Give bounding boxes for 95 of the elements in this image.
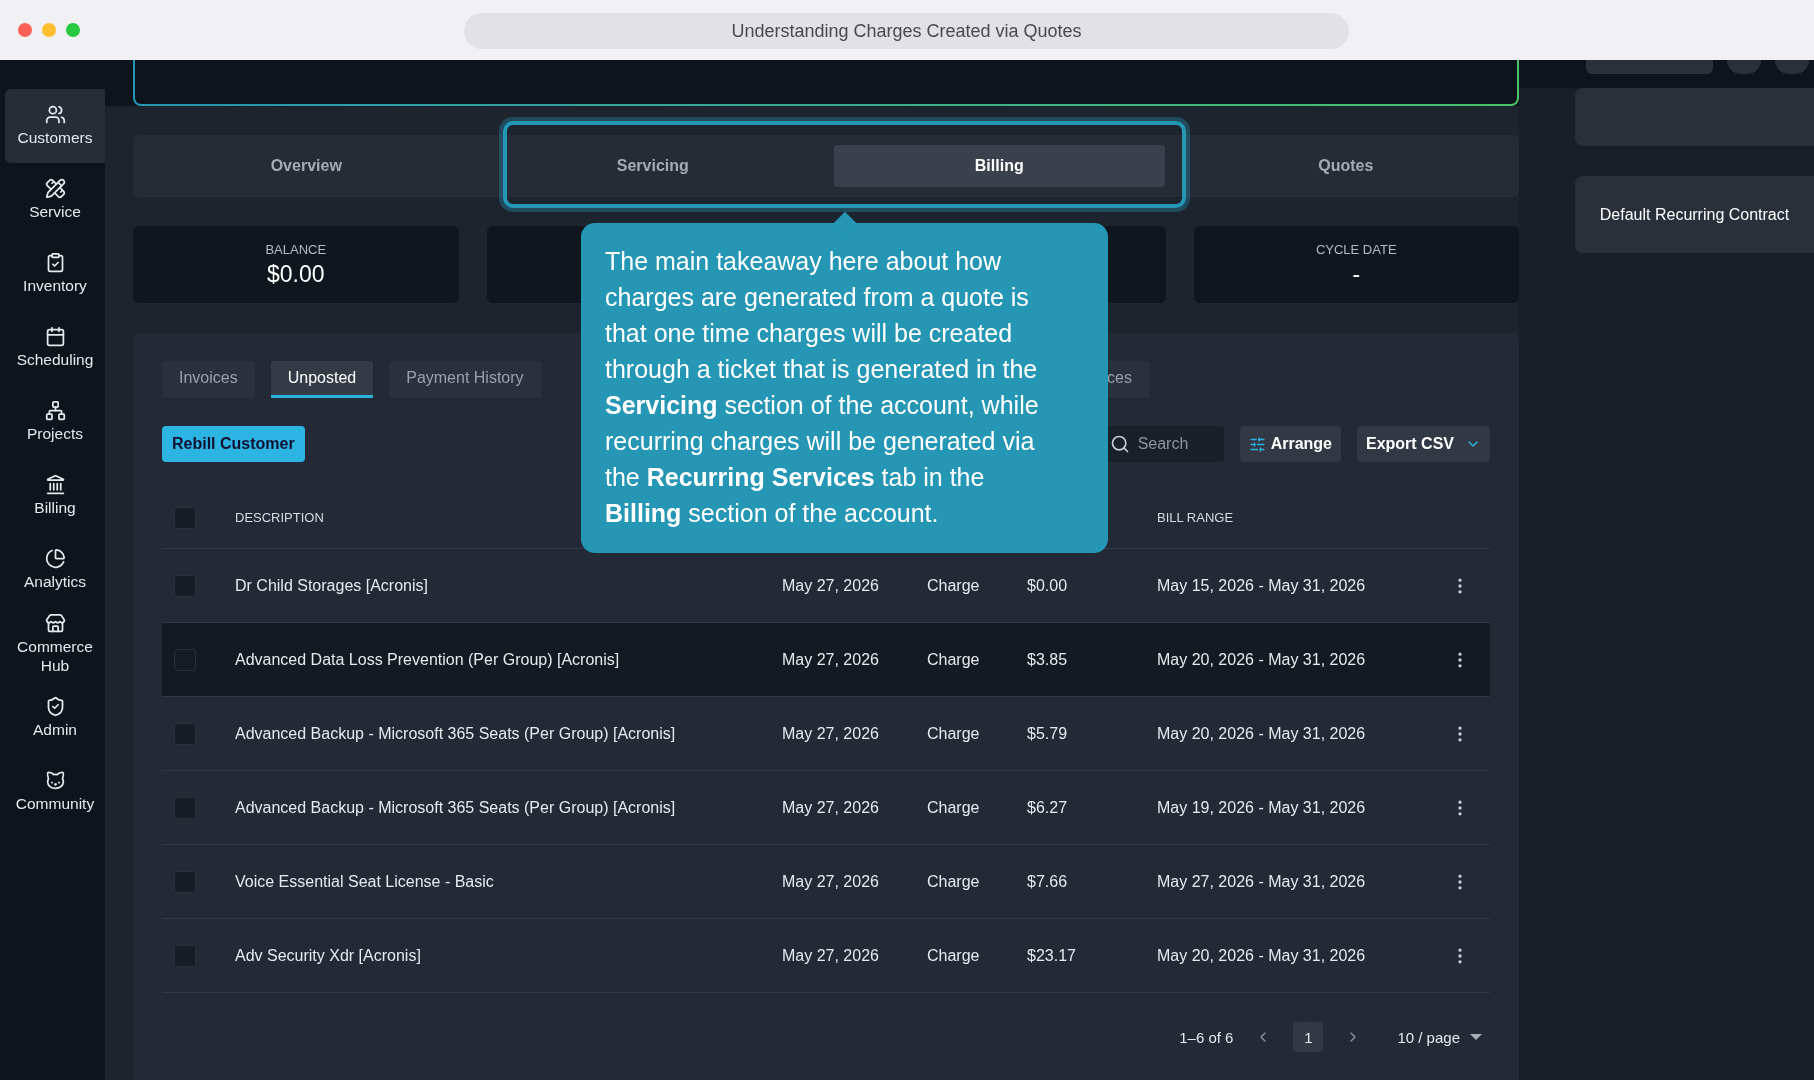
table-cell-text: Voice Essential Seat License - Basic [235,872,495,891]
sidebar-item[interactable]: Admin [5,681,105,755]
close-window-icon[interactable] [18,23,32,37]
table-cell-text: $0.00 [1027,576,1069,595]
stat-label: CYCLE DATE [1315,241,1397,257]
table-cell-text: Charge [927,650,981,669]
stat-value: $0.00 [266,260,325,288]
table-row[interactable]: Advanced Backup - Microsoft 365 Seats (Per Group) [Acronis] May 27, 2026 Charge $5.79 May 20, 2026 - May 31, 2026 [162,697,1490,771]
pie-chart-icon [44,548,66,570]
sidebar-item[interactable]: Projects [5,385,105,459]
sliders-icon [1248,435,1266,453]
table-cell-text: May 20, 2026 - May 31, 2026 [1157,724,1367,743]
search-icon [1109,434,1130,454]
tab[interactable]: Overview [270,145,342,187]
table-cell-text: $3.85 [1027,650,1069,669]
table-cell-text: $7.66 [1027,872,1069,891]
table-cell-text: May 15, 2026 - May 31, 2026 [1157,576,1367,595]
table-cell-text: Charge [927,798,981,817]
page-size-select[interactable]: 10 / page [1397,1028,1482,1046]
card-label: Default Recurring Contract [1599,205,1790,224]
sidebar-label: Inventory [23,277,87,296]
sidebar-label: Community [15,795,95,814]
table-cell-text: Dr Child Storages [Acronis] [235,576,429,595]
cat-icon [44,770,66,792]
table-cell-text: May 27, 2026 [782,946,880,965]
tooltip-text: The main takeaway here about how charges are generated from a quote is that one time charges will be created through a ticket that is generated in the Servicing section of the account, while recurring charges will be generated via the Recurring Services tab in the Billing section of the account. [605,246,1040,529]
sidebar-label: Admin [33,721,77,740]
table-row[interactable]: Voice Essential Seat License - Basic May 27, 2026 Charge $7.66 May 27, 2026 - May 31, 2026 [162,845,1490,919]
subtab[interactable]: Unposted [270,361,374,398]
sidebar-item[interactable]: Customers [5,89,105,163]
table-cell-text: Advanced Backup - Microsoft 365 Seats (Per Group) [Acronis] [235,798,677,817]
table-cell-text: Charge [927,724,981,743]
subtab[interactable]: Invoices [162,361,255,398]
tab[interactable]: Quotes [1318,145,1374,187]
sidebar-label: Scheduling [16,351,94,370]
tab[interactable]: Servicing [616,145,689,187]
table-cell-text: May 27, 2026 [782,872,880,891]
table-cell-text: Adv Security Xdr [Acronis] [235,946,422,965]
sidebar-item[interactable]: Inventory [5,237,105,311]
sidebar-label: Commerce Hub [16,637,94,676]
stat-label: BALANCE [265,241,327,257]
sidebar-item[interactable]: Commerce Hub [5,607,105,681]
table-cell-text: May 27, 2026 [782,724,880,743]
column-header: BILL RANGE [1157,510,1234,525]
table-cell-text: Advanced Backup - Microsoft 365 Seats (Per Group) [Acronis] [235,724,677,743]
table-cell-text: Charge [927,946,981,965]
column-header: DESCRIPTION [235,510,324,525]
sidebar-item[interactable]: Service [5,163,105,237]
sidebar-item[interactable]: Analytics [5,533,105,607]
table-cell-text: Charge [927,576,981,595]
table-cell-text: $5.79 [1027,724,1069,743]
table-cell-text: May 27, 2026 - May 31, 2026 [1157,872,1367,891]
minimize-window-icon[interactable] [42,23,56,37]
maximize-window-icon[interactable] [66,23,80,37]
sidebar-label: Customers [17,129,93,148]
people-icon [44,104,66,126]
sidebar-item[interactable]: Billing [5,459,105,533]
rebill-customer-button[interactable]: Rebill Customer [162,426,305,462]
header-button[interactable] [1586,60,1713,74]
table-cell-text: May 27, 2026 [782,798,880,817]
calendar-icon [44,326,66,348]
table-cell-text: May 20, 2026 - May 31, 2026 [1157,650,1367,669]
table-cell-text: Advanced Data Loss Prevention (Per Group) [Acronis] [235,650,621,669]
sidebar-label: Projects [27,425,83,444]
table-row[interactable]: Advanced Backup - Microsoft 365 Seats (Per Group) [Acronis] May 27, 2026 Charge $6.27 May 19, 2026 - May 31, 2026 [162,771,1490,845]
pagination-range: 1–6 of 6 [1179,1028,1234,1046]
table-cell-text: $6.27 [1027,798,1069,817]
sidebar-label: Billing [34,499,76,518]
storefront-icon [44,612,66,634]
table-cell-text: Charge [927,872,981,891]
round-button[interactable] [1775,60,1809,74]
row-checkbox[interactable] [174,648,196,671]
table-cell-text: $23.17 [1027,946,1077,965]
table-cell-text: May 20, 2026 - May 31, 2026 [1157,946,1367,965]
table-cell-text: May 19, 2026 - May 31, 2026 [1157,798,1367,817]
export-csv-button[interactable]: Export CSV [1357,426,1490,462]
sidebar-item[interactable]: Scheduling [5,311,105,385]
round-button[interactable] [1727,60,1761,74]
window-title: Understanding Charges Created via Quotes [731,20,1082,42]
stat-value: - [1352,260,1361,288]
table-row[interactable]: Adv Security Xdr [Acronis] May 27, 2026 Charge $23.17 May 20, 2026 - May 31, 2026 [162,919,1490,993]
table-row[interactable]: Advanced Data Loss Prevention (Per Group) [Acronis] May 27, 2026 Charge $3.85 May 20, 2026 - May 31, 2026 [162,623,1490,697]
page-number[interactable]: 1 [1293,1022,1324,1052]
caret-icon [1470,1034,1482,1040]
sidebar-item[interactable]: Community [5,755,105,829]
arrange-button[interactable]: Arrange [1239,426,1341,462]
tools-icon [44,178,66,200]
sidebar-label: Analytics [24,573,86,592]
tab[interactable]: Billing [833,145,1165,187]
table-cell-text: May 27, 2026 [782,576,880,595]
table-cell-text: May 27, 2026 [782,650,880,669]
hierarchy-icon [44,400,66,422]
bank-icon [44,474,66,496]
subtab[interactable]: Payment History [389,361,541,398]
sidebar-label: Service [29,203,81,222]
